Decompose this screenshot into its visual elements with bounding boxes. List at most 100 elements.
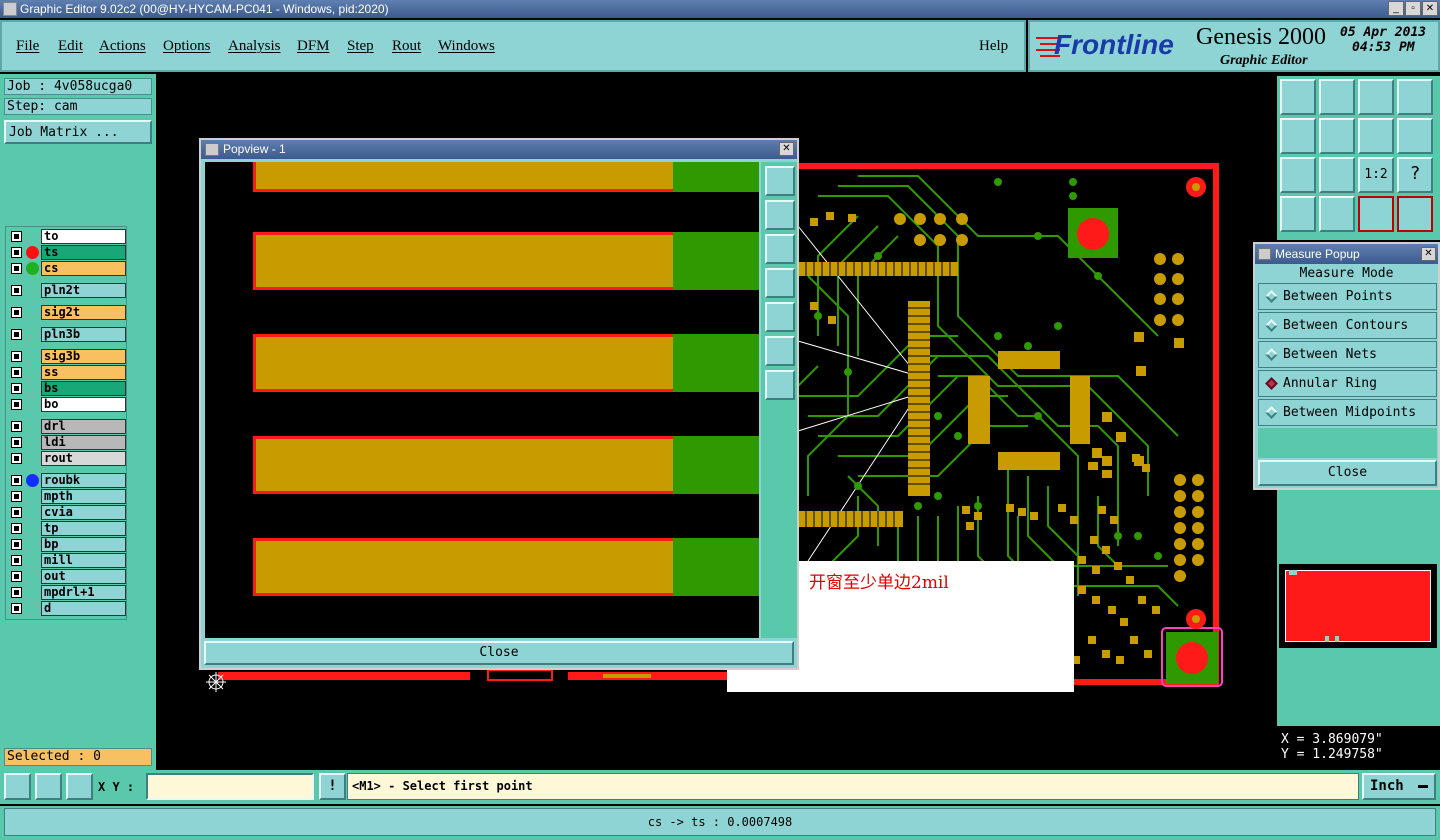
layer-row-mill[interactable]: mill <box>8 553 126 568</box>
rotate-icon[interactable] <box>1397 118 1433 154</box>
net-icon[interactable] <box>1358 196 1394 232</box>
menu-options[interactable]: Options <box>163 38 211 55</box>
layer-checkbox[interactable] <box>11 603 22 614</box>
layer-name[interactable]: mill <box>41 553 126 568</box>
popview-close-icon[interactable]: ✕ <box>779 142 794 156</box>
layer-row-pln2t[interactable]: pln2t <box>8 283 126 298</box>
zoom-in-icon[interactable] <box>765 336 795 366</box>
layer-row-out[interactable]: out <box>8 569 126 584</box>
layer-row-ldi[interactable]: ldi <box>8 435 126 450</box>
layer-checkbox[interactable] <box>11 367 22 378</box>
mirror-icon[interactable] <box>1358 118 1394 154</box>
xy-input[interactable] <box>146 773 314 800</box>
menu-actions[interactable]: Actions <box>99 38 146 55</box>
layer-checkbox[interactable] <box>11 437 22 448</box>
layer-row-sig2t[interactable]: sig2t <box>8 305 126 320</box>
layer-name[interactable]: out <box>41 569 126 584</box>
layer-row-bo[interactable]: bo <box>8 397 126 412</box>
layer-row-bs[interactable]: bs <box>8 381 126 396</box>
layer-checkbox[interactable] <box>11 263 22 274</box>
zoom-fit-icon[interactable] <box>765 166 795 196</box>
grid-snap-icon[interactable] <box>66 773 93 800</box>
layer-checkbox[interactable] <box>11 383 22 394</box>
layer-name[interactable]: roubk <box>41 473 126 488</box>
layer-checkbox[interactable] <box>11 555 22 566</box>
layer-checkbox[interactable] <box>11 571 22 582</box>
layer-name[interactable]: pln2t <box>41 283 126 298</box>
layer-checkbox[interactable] <box>11 475 22 486</box>
layer-row-pln3b[interactable]: pln3b <box>8 327 126 342</box>
split-view-icon[interactable] <box>1397 79 1433 115</box>
layer-row-ts[interactable]: ts <box>8 245 126 260</box>
layer-checkbox[interactable] <box>11 247 22 258</box>
layer-name[interactable]: ss <box>41 365 126 380</box>
layer-row-cvia[interactable]: cvia <box>8 505 126 520</box>
menu-rout[interactable]: Rout <box>392 38 421 55</box>
pan-up-icon[interactable] <box>765 200 795 230</box>
layer-name[interactable]: tp <box>41 521 126 536</box>
layer-checkbox[interactable] <box>11 587 22 598</box>
layer-row-drl[interactable]: drl <box>8 419 126 434</box>
layer-name[interactable]: to <box>41 229 126 244</box>
layer-checkbox[interactable] <box>11 285 22 296</box>
layer-checkbox[interactable] <box>11 421 22 432</box>
layer-row-ss[interactable]: ss <box>8 365 126 380</box>
alert-icon[interactable]: ! <box>319 773 346 800</box>
snap-icon[interactable] <box>4 773 31 800</box>
layer-name[interactable]: rout <box>41 451 126 466</box>
layer-checkbox[interactable] <box>11 453 22 464</box>
view-right-icon[interactable] <box>1319 118 1355 154</box>
layer-checkbox[interactable] <box>11 351 22 362</box>
layer-row-rout[interactable]: rout <box>8 451 126 466</box>
mode-between-midpoints[interactable]: Between Midpoints <box>1258 399 1437 426</box>
pan-down-icon[interactable] <box>765 234 795 264</box>
pan-left-icon[interactable] <box>765 268 795 298</box>
grid-icon[interactable] <box>1319 196 1355 232</box>
minimap-view[interactable] <box>1279 564 1437 648</box>
scale-icon[interactable]: 1:2 <box>1358 157 1394 193</box>
mode-between-nets[interactable]: Between Nets <box>1258 341 1437 368</box>
layer-row-cs[interactable]: cs <box>8 261 126 276</box>
net-compare-icon[interactable] <box>1397 196 1433 232</box>
popview-zoom-view[interactable] <box>205 162 759 638</box>
zoom-extents-icon[interactable] <box>1280 157 1316 193</box>
view-left-icon[interactable] <box>1280 118 1316 154</box>
pan-right-icon[interactable] <box>765 302 795 332</box>
tools-icon[interactable] <box>1280 196 1316 232</box>
layer-row-tp[interactable]: tp <box>8 521 126 536</box>
layer-checkbox[interactable] <box>11 399 22 410</box>
measure-close-icon[interactable]: ✕ <box>1421 247 1436 261</box>
measure-close-button[interactable]: Close <box>1258 460 1437 486</box>
layer-name[interactable]: bo <box>41 397 126 412</box>
layer-checkbox[interactable] <box>11 523 22 534</box>
mode-between-contours[interactable]: Between Contours <box>1258 312 1437 339</box>
layer-name[interactable]: d <box>41 601 126 616</box>
menu-dfm[interactable]: DFM <box>297 38 330 55</box>
layer-name[interactable]: pln3b <box>41 327 126 342</box>
layer-checkbox[interactable] <box>11 507 22 518</box>
mode-between-points[interactable]: Between Points <box>1258 283 1437 310</box>
close-window-button[interactable]: ✕ <box>1422 1 1438 16</box>
center-icon[interactable] <box>1319 157 1355 193</box>
layer-row-roubk[interactable]: roubk <box>8 473 126 488</box>
layer-name[interactable]: mpth <box>41 489 126 504</box>
layer-name[interactable]: sig3b <box>41 349 126 364</box>
mode-annular-ring[interactable]: Annular Ring <box>1258 370 1437 397</box>
job-matrix-button[interactable]: Job Matrix ... <box>4 120 152 144</box>
minimize-button[interactable]: _ <box>1388 1 1404 16</box>
layer-checkbox[interactable] <box>11 539 22 550</box>
layer-name[interactable]: sig2t <box>41 305 126 320</box>
units-dropdown[interactable]: Inch <box>1362 773 1436 800</box>
layer-row-bp[interactable]: bp <box>8 537 126 552</box>
layer-row-mpdrl1[interactable]: mpdrl+1 <box>8 585 126 600</box>
menu-windows[interactable]: Windows <box>438 38 495 55</box>
layer-name[interactable]: ldi <box>41 435 126 450</box>
layer-name[interactable]: cvia <box>41 505 126 520</box>
menu-analysis[interactable]: Analysis <box>228 38 281 55</box>
menu-step[interactable]: Step <box>347 38 374 55</box>
popview-close-button[interactable]: Close <box>204 641 794 665</box>
layer-checkbox[interactable] <box>11 231 22 242</box>
layer-name[interactable]: mpdrl+1 <box>41 585 126 600</box>
layer-row-d[interactable]: d <box>8 601 126 616</box>
zoom-out-icon[interactable] <box>765 370 795 400</box>
